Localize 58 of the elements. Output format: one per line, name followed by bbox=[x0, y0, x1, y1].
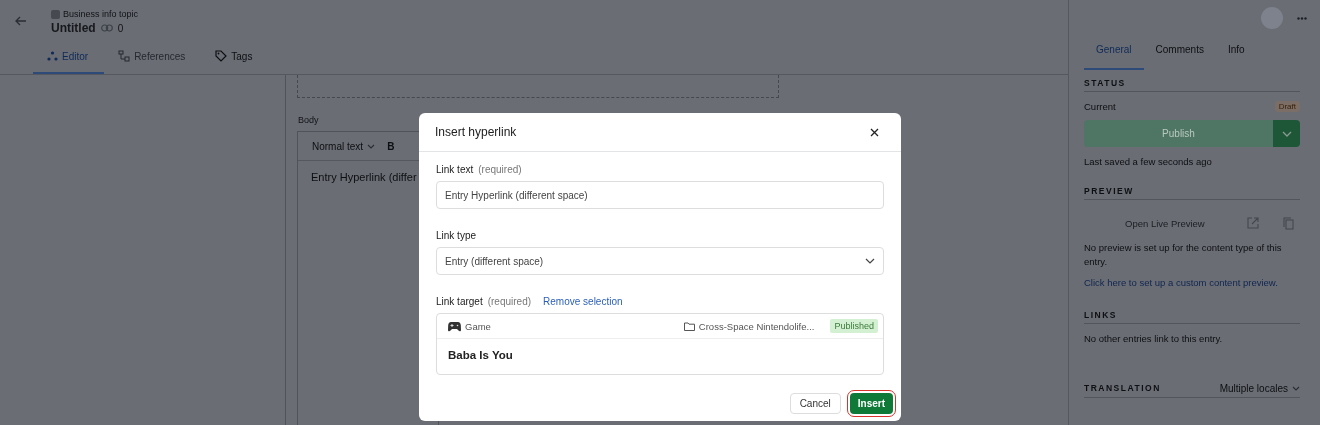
link-count: 0 bbox=[117, 22, 124, 34]
avatar-circle[interactable] bbox=[1261, 7, 1283, 29]
field-label: Body bbox=[298, 115, 320, 125]
status-badge: Draft bbox=[1274, 101, 1300, 112]
editor-text: Entry Hyperlink (differ bbox=[310, 170, 418, 183]
last-saved-text: Last saved a few seconds ago bbox=[1084, 156, 1213, 167]
chevron-down-icon bbox=[367, 143, 376, 149]
chevron-down-icon bbox=[1292, 385, 1300, 391]
entry-title: Baba Is You bbox=[447, 348, 514, 363]
cancel-button[interactable]: Cancel bbox=[789, 393, 841, 414]
publish-button[interactable]: Publish bbox=[1084, 120, 1273, 147]
editor-tab[interactable]: Editor bbox=[33, 40, 105, 74]
tag-icon bbox=[215, 50, 228, 62]
section-heading: STATUS bbox=[1084, 78, 1300, 92]
space-name: Cross-Space Nintendolife... bbox=[698, 320, 815, 332]
required-hint: (required) bbox=[487, 296, 532, 307]
custom-preview-link[interactable]: Click here to set up a custom content preview. bbox=[1084, 276, 1300, 288]
remove-selection-link[interactable]: Remove selection bbox=[543, 296, 623, 307]
section-heading: LINKS bbox=[1084, 309, 1300, 324]
open-live-preview-button[interactable]: Open Live Preview bbox=[1119, 216, 1211, 230]
publish-menu-button[interactable] bbox=[1273, 120, 1300, 147]
copy-icon[interactable] bbox=[1282, 216, 1294, 230]
external-link-icon[interactable] bbox=[1246, 217, 1259, 229]
content-type-icon bbox=[51, 9, 60, 19]
section-heading: TRANSLATION bbox=[1084, 383, 1161, 393]
sidebar-tab[interactable]: Comments bbox=[1143, 30, 1216, 70]
sidebar-tab[interactable]: General bbox=[1084, 30, 1144, 70]
content-type-label: Game bbox=[465, 320, 491, 332]
status-badge: Published bbox=[830, 319, 878, 333]
field-label: Link text bbox=[436, 164, 474, 175]
required-hint: (required) bbox=[478, 164, 522, 175]
insert-button[interactable]: Insert bbox=[849, 393, 893, 414]
nodes-icon bbox=[47, 51, 58, 61]
links-message: No other entries link to this entry. bbox=[1084, 332, 1224, 344]
gamepad-icon bbox=[448, 320, 461, 332]
folder-icon bbox=[683, 321, 695, 331]
preview-message: No preview is set up for the content type of this entry. bbox=[1084, 241, 1283, 270]
field-label: Link target bbox=[436, 296, 483, 307]
chevron-down-icon bbox=[1281, 130, 1292, 137]
entry-card[interactable]: Game Cross-Space Nintendolife... Published Baba Is You bbox=[436, 313, 884, 375]
link-icon bbox=[100, 24, 113, 32]
text-style-dropdown[interactable]: Normal text bbox=[312, 140, 376, 152]
references-icon bbox=[118, 50, 131, 62]
bold-button[interactable]: B bbox=[387, 140, 395, 152]
back-arrow-icon[interactable] bbox=[15, 16, 27, 26]
section-heading: PREVIEW bbox=[1084, 186, 1300, 200]
more-options-icon[interactable] bbox=[1297, 16, 1307, 20]
status-label: Current bbox=[1084, 101, 1116, 112]
editor-tab[interactable]: Tags bbox=[201, 40, 269, 74]
breadcrumb: Business info topic bbox=[63, 9, 139, 19]
sidebar-tab[interactable]: Info bbox=[1215, 30, 1257, 70]
locale-dropdown[interactable]: Multiple locales bbox=[1219, 382, 1300, 394]
link-text-input[interactable]: Entry Hyperlink (different space) bbox=[436, 181, 884, 209]
chevron-down-icon bbox=[865, 258, 875, 264]
link-type-select[interactable]: Entry (different space) bbox=[436, 247, 884, 275]
close-icon[interactable] bbox=[870, 127, 879, 137]
entry-title: Untitled bbox=[51, 21, 96, 35]
field-label: Link type bbox=[436, 230, 477, 241]
